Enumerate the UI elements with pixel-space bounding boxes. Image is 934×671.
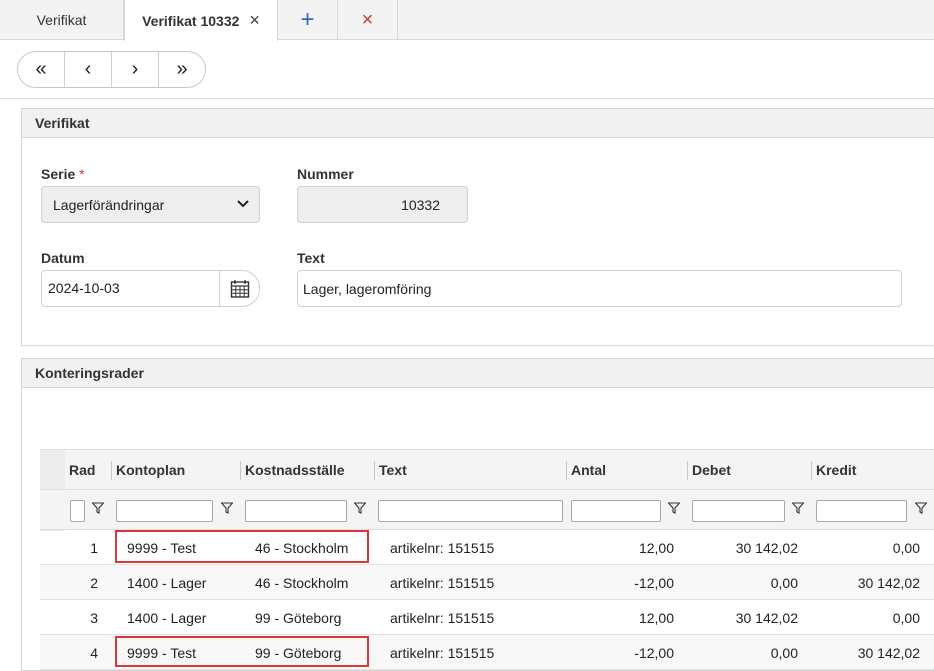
column-header-antal[interactable]: Antal [567, 450, 606, 490]
cell-rad: 2 [90, 574, 98, 591]
cell-kostnadsstalle: 99 - Göteborg [255, 609, 342, 626]
cell-text: artikelnr: 151515 [390, 539, 495, 556]
cell-kredit: 30 142,02 [857, 574, 920, 591]
cell-antal: -12,00 [634, 644, 674, 661]
previous-record-button[interactable]: ‹ [65, 52, 112, 87]
double-chevron-left-icon: « [35, 58, 47, 80]
serie-label: Serie * [41, 166, 85, 182]
cell-rad: 1 [90, 539, 98, 556]
cell-kredit: 0,00 [892, 539, 920, 556]
filter-icon[interactable] [353, 502, 367, 517]
nummer-value: 10332 [401, 196, 440, 213]
text-label: Text [297, 250, 325, 266]
cell-kredit: 0,00 [892, 609, 920, 626]
filter-row [40, 489, 934, 530]
tab-label: Verifikat [36, 12, 87, 28]
column-header-kredit[interactable]: Kredit [812, 450, 856, 490]
cell-text: artikelnr: 151515 [390, 609, 495, 626]
filter-input-kredit[interactable] [816, 500, 907, 522]
tab-verifikat[interactable]: Verifikat [0, 0, 124, 40]
text-value: Lager, lageromföring [303, 280, 432, 297]
plus-icon: + [300, 6, 315, 33]
close-all-tabs-button[interactable]: × [338, 0, 398, 40]
text-field[interactable]: Lager, lageromföring [297, 270, 902, 307]
filter-input-debet[interactable] [692, 500, 785, 522]
table-row[interactable]: 3 1400 - Lager 99 - Göteborg artikelnr: … [40, 600, 934, 635]
filter-input-kostnadsstalle[interactable] [245, 500, 347, 522]
datum-label: Datum [41, 250, 85, 266]
verifikat-panel: Verifikat Serie * Lagerförändringar Numm… [21, 108, 934, 346]
cell-kontoplan: 1400 - Lager [127, 574, 207, 591]
next-record-button[interactable]: › [112, 52, 159, 87]
cell-debet: 0,00 [770, 644, 798, 661]
datum-value: 2024-10-03 [48, 280, 120, 296]
cell-debet: 30 142,02 [735, 609, 798, 626]
chevron-down-icon [237, 196, 249, 212]
divider [0, 98, 934, 99]
column-header-rad[interactable]: Rad [65, 450, 95, 490]
required-mark: * [79, 166, 85, 182]
first-record-button[interactable]: « [18, 52, 65, 87]
datum-field[interactable]: 2024-10-03 [41, 270, 260, 307]
serie-label-text: Serie [41, 166, 76, 182]
grid-header: Rad Kontoplan Kostnadsställe Text Antal … [40, 449, 934, 531]
cell-text: artikelnr: 151515 [390, 574, 495, 591]
kontering-grid: Rad Kontoplan Kostnadsställe Text Antal … [40, 449, 934, 671]
filter-icon[interactable] [914, 502, 928, 517]
table-row[interactable]: 2 1400 - Lager 46 - Stockholm artikelnr:… [40, 565, 934, 600]
cell-rad: 3 [90, 609, 98, 626]
cell-rad: 4 [90, 644, 98, 661]
chevron-left-icon: ‹ [84, 58, 92, 80]
filter-icon[interactable] [791, 502, 805, 517]
close-icon: × [361, 8, 374, 31]
highlight-box [115, 530, 369, 563]
filter-input-text[interactable] [378, 500, 563, 522]
cell-kredit: 30 142,02 [857, 644, 920, 661]
panel-title: Verifikat [22, 109, 934, 138]
filter-input-rad[interactable] [70, 500, 85, 522]
cell-kostnadsstalle: 46 - Stockholm [255, 574, 349, 591]
last-record-button[interactable]: » [159, 52, 205, 87]
filter-input-antal[interactable] [571, 500, 661, 522]
cell-kontoplan: 1400 - Lager [127, 609, 207, 626]
cell-text: artikelnr: 151515 [390, 644, 495, 661]
tab-bar: Verifikat Verifikat 10332 × + × [0, 0, 934, 41]
panel-title: Konteringsrader [22, 359, 934, 388]
chevron-right-icon: › [131, 58, 139, 80]
nummer-field: 10332 [297, 186, 468, 223]
tab-verifikat-10332[interactable]: Verifikat 10332 × [124, 0, 278, 41]
column-header-kostnadsstalle[interactable]: Kostnadsställe [241, 450, 345, 490]
highlight-box [115, 636, 369, 667]
nummer-label: Nummer [297, 166, 354, 182]
filter-input-kontoplan[interactable] [116, 500, 213, 522]
filter-icon[interactable] [220, 502, 234, 517]
tab-label: Verifikat 10332 [142, 12, 240, 29]
cell-debet: 30 142,02 [735, 539, 798, 556]
add-tab-button[interactable]: + [278, 0, 338, 40]
double-chevron-right-icon: » [176, 58, 188, 80]
serie-value: Lagerförändringar [53, 196, 165, 213]
cell-antal: 12,00 [638, 609, 674, 626]
calendar-icon[interactable] [219, 271, 259, 306]
filter-icon[interactable] [91, 502, 105, 517]
record-pager: « ‹ › » [17, 51, 206, 88]
column-header-text[interactable]: Text [375, 450, 407, 490]
cell-debet: 0,00 [770, 574, 798, 591]
serie-select[interactable]: Lagerförändringar [41, 186, 260, 223]
cell-antal: -12,00 [634, 574, 674, 591]
column-header-debet[interactable]: Debet [688, 450, 731, 490]
filter-icon[interactable] [667, 502, 681, 517]
close-icon[interactable]: × [249, 10, 260, 31]
column-header-kontoplan[interactable]: Kontoplan [112, 450, 185, 490]
cell-antal: 12,00 [638, 539, 674, 556]
